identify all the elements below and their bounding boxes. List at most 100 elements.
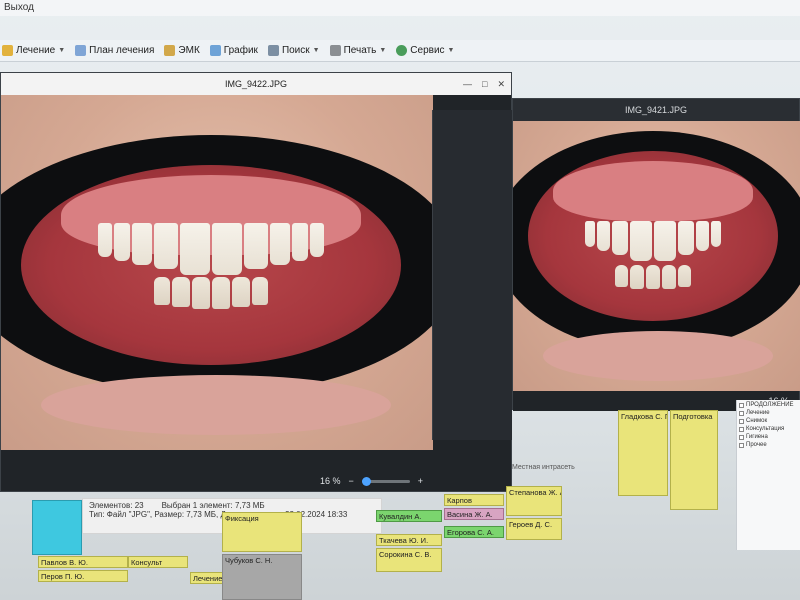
checkbox[interactable] bbox=[739, 434, 744, 440]
zoom-in-icon[interactable]: + bbox=[418, 476, 423, 486]
list-item-label: Гигиена bbox=[746, 434, 768, 440]
lower-teeth bbox=[91, 277, 331, 309]
toolbar-print-label: Печать bbox=[343, 45, 377, 56]
appointment-type-list: ПРОДОЛЖЕНИЕ Лечение Снимок Консультация … bbox=[736, 400, 800, 550]
toolbar-emk-label: ЭМК bbox=[178, 45, 200, 56]
checkbox[interactable] bbox=[739, 442, 744, 448]
schedule-appointment[interactable]: Павлов В. Ю. bbox=[38, 556, 128, 568]
upper-gum bbox=[553, 161, 753, 221]
tooth bbox=[310, 223, 324, 257]
checkbox[interactable] bbox=[739, 402, 744, 408]
treatment-icon bbox=[2, 45, 13, 56]
zoom-slider-thumb[interactable] bbox=[361, 476, 371, 486]
checkbox[interactable] bbox=[739, 410, 744, 416]
graph-icon bbox=[209, 45, 221, 56]
schedule-appointment[interactable]: Васина Ж. А. bbox=[444, 508, 504, 520]
schedule-appointment[interactable]: Сорокина С. В. bbox=[376, 548, 442, 572]
upper-teeth bbox=[71, 223, 351, 275]
list-item[interactable]: ПРОДОЛЖЕНИЕ bbox=[739, 402, 798, 408]
schedule-appointment[interactable]: Ткачева Ю. И. bbox=[376, 534, 442, 546]
host-toolbar: Лечение ▼ План лечения ЭМК График Поиск … bbox=[0, 40, 800, 62]
tooth bbox=[180, 223, 210, 275]
viewer-titlebar: IMG_9422.JPG — □ ✕ bbox=[1, 73, 511, 95]
chevron-down-icon: ▼ bbox=[447, 47, 455, 54]
list-item-label: Прочее bbox=[746, 442, 767, 448]
schedule-appointment[interactable]: Фиксация bbox=[222, 512, 302, 552]
list-item-label: ПРОДОЛЖЕНИЕ bbox=[746, 402, 794, 408]
zoom-slider[interactable] bbox=[361, 476, 410, 486]
tooth bbox=[192, 277, 210, 309]
list-item[interactable]: Консультация bbox=[739, 426, 798, 432]
lower-lip bbox=[41, 375, 391, 435]
schedule-appointment[interactable]: Героев Д. С. bbox=[506, 518, 562, 540]
zoom-level: 16 % bbox=[319, 476, 341, 486]
tooth bbox=[630, 221, 652, 261]
upper-teeth bbox=[553, 221, 753, 261]
toolbar-graph[interactable]: График bbox=[209, 45, 258, 56]
toolbar-treatment-label: Лечение bbox=[16, 45, 56, 56]
viewer-statusbar: 16 % − + bbox=[1, 471, 433, 491]
zoom-out-icon[interactable]: − bbox=[348, 476, 353, 486]
toolbar-graph-label: График bbox=[223, 45, 258, 56]
emk-icon bbox=[164, 45, 176, 56]
toolbar-print[interactable]: Печать ▼ bbox=[329, 45, 386, 56]
print-icon bbox=[329, 45, 341, 56]
dental-photo-left bbox=[1, 95, 433, 450]
chevron-down-icon: ▼ bbox=[58, 47, 66, 54]
viewer-titlebar: IMG_9421.JPG bbox=[513, 99, 799, 121]
checkbox[interactable] bbox=[739, 426, 744, 432]
schedule-appointment[interactable]: Гладкова С. П. bbox=[618, 410, 668, 496]
close-icon[interactable]: ✕ bbox=[497, 79, 505, 90]
tooth bbox=[662, 265, 676, 289]
checkbox[interactable] bbox=[739, 418, 744, 424]
chevron-down-icon: ▼ bbox=[312, 47, 320, 54]
tooth bbox=[212, 223, 242, 275]
schedule-appointment[interactable] bbox=[32, 500, 82, 555]
toolbar-service-label: Сервис bbox=[410, 45, 445, 56]
schedule-appointment[interactable]: Перов П. Ю. bbox=[38, 570, 128, 582]
schedule-appointment[interactable]: Чубуков С. Н. bbox=[222, 554, 302, 600]
tooth bbox=[244, 223, 268, 269]
tooth bbox=[678, 265, 691, 287]
schedule-appointment[interactable]: Степанова Ж. А. bbox=[506, 486, 562, 516]
dental-photo-right bbox=[513, 121, 800, 391]
schedule-grid: Павлов В. Ю. Консульт Перов П. Ю. Лечени… bbox=[0, 410, 800, 600]
list-item[interactable]: Прочее bbox=[739, 442, 798, 448]
schedule-appointment[interactable]: Егорова С. А. bbox=[444, 526, 504, 538]
tooth bbox=[654, 221, 676, 261]
list-item-label: Снимок bbox=[746, 418, 768, 424]
lower-lip bbox=[543, 331, 773, 381]
schedule-appointment[interactable]: Кувалдин А. bbox=[376, 510, 442, 522]
tooth bbox=[292, 223, 308, 261]
tooth bbox=[252, 277, 268, 305]
toolbar-plan-label: План лечения bbox=[89, 45, 155, 56]
tooth bbox=[154, 277, 170, 305]
list-item[interactable]: Снимок bbox=[739, 418, 798, 424]
plan-icon bbox=[75, 45, 87, 56]
toolbar-search[interactable]: Поиск ▼ bbox=[267, 45, 320, 56]
schedule-appointment[interactable]: Подготовка bbox=[670, 410, 718, 510]
list-item[interactable]: Лечение bbox=[739, 410, 798, 416]
minimize-icon[interactable]: — bbox=[463, 79, 472, 90]
toolbar-plan[interactable]: План лечения bbox=[75, 45, 154, 56]
tooth bbox=[696, 221, 709, 251]
tooth bbox=[114, 223, 130, 261]
tooth bbox=[597, 221, 610, 251]
tooth bbox=[646, 265, 660, 289]
list-item[interactable]: Гигиена bbox=[739, 434, 798, 440]
tooth bbox=[212, 277, 230, 309]
toolbar-treatment[interactable]: Лечение ▼ bbox=[2, 45, 65, 56]
tooth bbox=[98, 223, 112, 257]
viewer-side-panel bbox=[432, 110, 512, 440]
toolbar-emk[interactable]: ЭМК bbox=[164, 45, 200, 56]
photo-viewer-right: IMG_9421.JPG bbox=[512, 98, 800, 411]
list-item-label: Консультация bbox=[746, 426, 785, 432]
schedule-appointment[interactable]: Карпов bbox=[444, 494, 504, 506]
service-icon bbox=[396, 45, 408, 56]
tooth bbox=[172, 277, 190, 307]
maximize-icon[interactable]: □ bbox=[482, 79, 487, 90]
window-controls: — □ ✕ bbox=[463, 79, 505, 90]
schedule-appointment[interactable]: Консульт bbox=[128, 556, 188, 568]
toolbar-service[interactable]: Сервис ▼ bbox=[396, 45, 454, 56]
screen: Выход Лечение ▼ План лечения ЭМК График … bbox=[0, 0, 800, 600]
